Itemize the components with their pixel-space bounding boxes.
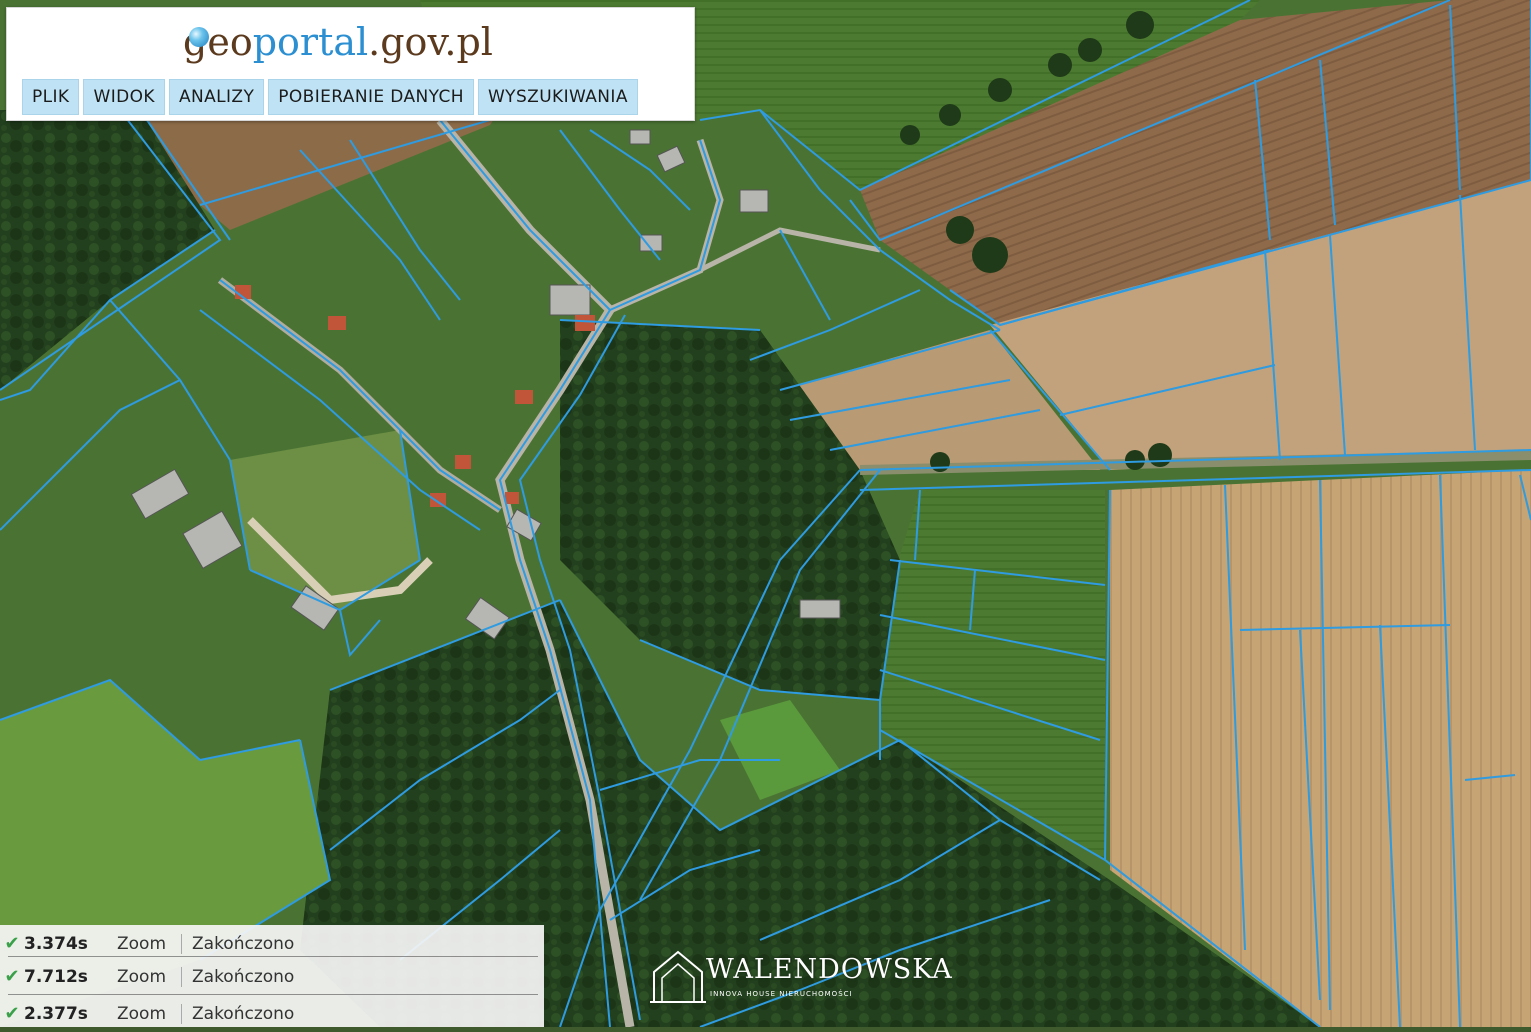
menu-pobieranie-danych[interactable]: POBIERANIE DANYCH bbox=[268, 79, 474, 115]
status-row: ✔ 7.712s Zoom Zakończono bbox=[0, 958, 544, 995]
status-log: ✔ 3.374s Zoom Zakończono ✔ 7.712s Zoom Z… bbox=[0, 925, 544, 1027]
menu-analizy[interactable]: ANALIZY bbox=[168, 79, 265, 115]
menu-plik[interactable]: PLIK bbox=[22, 79, 80, 115]
status-separator bbox=[181, 966, 182, 987]
main-menu: PLIK WIDOK ANALIZY POBIERANIE DANYCH WYS… bbox=[22, 79, 638, 115]
menu-widok[interactable]: WIDOK bbox=[83, 79, 165, 115]
check-icon: ✔ bbox=[4, 1003, 20, 1024]
status-row: ✔ 2.377s Zoom Zakończono bbox=[0, 995, 544, 1032]
house-logo-icon bbox=[650, 950, 706, 1003]
status-state: Zakończono bbox=[192, 1003, 295, 1024]
geoportal-logo[interactable]: geoportal.gov.pl bbox=[183, 16, 493, 68]
status-action: Zoom bbox=[117, 966, 167, 987]
check-icon: ✔ bbox=[4, 933, 20, 954]
status-separator bbox=[181, 1003, 182, 1024]
walendowska-watermark: WALENDOWSKA INNOVA HOUSE NIERUCHOMOŚCI bbox=[648, 944, 952, 1006]
watermark-subtitle: INNOVA HOUSE NIERUCHOMOŚCI bbox=[710, 990, 853, 998]
status-time: 2.377s bbox=[24, 1003, 88, 1024]
status-time: 7.712s bbox=[24, 966, 88, 987]
geoportal-header: geoportal.gov.pl PLIK WIDOK ANALIZY POBI… bbox=[6, 7, 695, 121]
check-icon: ✔ bbox=[4, 966, 20, 987]
logo-domain-text: .gov.pl bbox=[368, 20, 493, 64]
status-time: 3.374s bbox=[24, 933, 88, 954]
status-divider bbox=[8, 956, 538, 957]
status-separator bbox=[181, 933, 182, 954]
status-state: Zakończono bbox=[192, 966, 295, 987]
status-action: Zoom bbox=[117, 1003, 167, 1024]
status-state: Zakończono bbox=[192, 933, 295, 954]
logo-portal-text: portal bbox=[252, 20, 369, 64]
globe-icon bbox=[189, 27, 209, 47]
watermark-name: WALENDOWSKA bbox=[706, 954, 953, 985]
status-action: Zoom bbox=[117, 933, 167, 954]
menu-wyszukiwania[interactable]: WYSZUKIWANIA bbox=[477, 79, 638, 115]
aerial-map[interactable] bbox=[0, 0, 1531, 1027]
